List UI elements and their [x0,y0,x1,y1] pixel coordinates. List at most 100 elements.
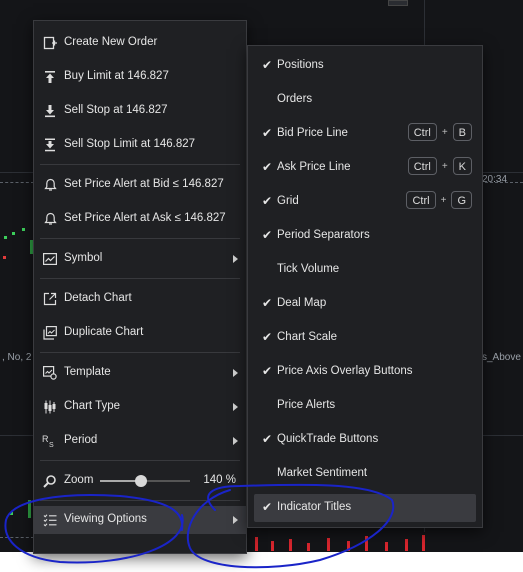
shortcut-key: G [451,191,472,209]
option-label: Period Separators [277,229,370,241]
zoom-item: Zoom 140 % [34,467,246,495]
shortcut: Ctrl + G [406,191,472,209]
volume-bar [255,537,258,551]
option-grid[interactable]: ✔ Grid Ctrl + G [254,188,476,216]
option-quicktrade-buttons[interactable]: ✔ QuickTrade Buttons [254,426,476,454]
shortcut-key: Ctrl [407,123,437,141]
zoom-value: 140 % [203,474,236,486]
shortcut-plus: + [441,126,448,138]
menu-label: Sell Stop at 146.827 [64,104,168,116]
shortcut-key: Ctrl [406,191,436,209]
option-positions[interactable]: ✔ Positions [254,52,476,80]
viewing-options-item[interactable]: Viewing Options [34,506,246,534]
create-new-order-item[interactable]: Create New Order [34,29,246,57]
volume-bar [405,539,408,551]
checkmark-icon: ✔ [262,296,273,310]
duplicate-icon [42,325,58,341]
menu-label: Create New Order [64,36,158,48]
create-order-icon [42,35,58,51]
option-deal-map[interactable]: ✔ Deal Map [254,290,476,318]
deal-marker [4,236,7,239]
shortcut-key: K [452,157,472,175]
menu-separator [40,500,240,501]
price-alert-ask-item[interactable]: Set Price Alert at Ask ≤ 146.827 [34,205,246,233]
price-alert-bid-item[interactable]: Set Price Alert at Bid ≤ 146.827 [34,171,246,199]
option-label: QuickTrade Buttons [277,433,379,445]
sell-stop-limit-item[interactable]: Sell Stop Limit at 146.827 [34,131,246,159]
bell-icon [42,177,58,193]
menu-separator [40,352,240,353]
indicator-title-right: s_Above [482,352,521,363]
chart-type-item[interactable]: Chart Type [34,393,246,421]
menu-separator [40,278,240,279]
volume-bar [327,538,330,551]
submenu-arrow-icon [233,255,238,263]
deal-marker [22,228,25,231]
option-label: Chart Scale [277,331,338,343]
option-ask-price-line[interactable]: ✔ Ask Price Line Ctrl + K [254,154,476,182]
menu-label: Period [64,434,98,446]
sell-stop-item[interactable]: Sell Stop at 146.827 [34,97,246,125]
option-chart-scale[interactable]: ✔ Chart Scale [254,324,476,352]
volume-bar [271,541,274,551]
period-icon: RS [42,433,58,449]
option-price-axis-overlay-buttons[interactable]: ✔ Price Axis Overlay Buttons [254,358,476,386]
option-indicator-titles[interactable]: ✔ Indicator Titles [254,494,476,522]
chart-button[interactable] [388,0,408,6]
shortcut-plus: + [441,160,448,172]
template-item[interactable]: Template [34,359,246,387]
menu-separator [40,164,240,165]
candlestick-icon [42,399,58,415]
menu-label: Sell Stop Limit at 146.827 [64,138,196,150]
option-label: Positions [277,59,324,71]
symbol-item[interactable]: Symbol [34,245,246,273]
menu-label: Buy Limit at 146.827 [64,70,169,82]
checkmark-icon: ✔ [262,330,273,344]
buy-limit-item[interactable]: Buy Limit at 146.827 [34,63,246,91]
menu-separator [40,460,240,461]
deal-marker [10,512,13,515]
option-label: Price Alerts [277,399,336,411]
chart-context-menu: Create New Order Buy Limit at 146.827 Se… [33,20,247,554]
option-label: Ask Price Line [277,161,351,173]
option-bid-price-line[interactable]: ✔ Bid Price Line Ctrl + B [254,120,476,148]
menu-label: Set Price Alert at Bid ≤ 146.827 [64,178,224,190]
option-label: Price Axis Overlay Buttons [277,365,413,377]
checkmark-icon: ✔ [262,126,273,140]
volume-bar [385,542,388,551]
menu-label: Zoom [64,474,94,486]
checkmark-icon: ✔ [262,194,273,208]
indicator-title-left: , No, 2 [2,352,32,363]
menu-label: Template [64,366,111,378]
menu-label: Symbol [64,252,103,264]
option-tick-volume[interactable]: Tick Volume [254,256,476,284]
shortcut-plus: + [440,194,447,206]
option-label: Grid [277,195,299,207]
menu-label: Set Price Alert at Ask ≤ 146.827 [64,212,226,224]
screen-background [0,552,523,572]
option-price-alerts[interactable]: Price Alerts [254,392,476,420]
checkmark-icon: ✔ [262,432,273,446]
menu-label: Duplicate Chart [64,326,144,338]
period-item[interactable]: RS Period [34,427,246,455]
candle [28,500,31,518]
detach-chart-item[interactable]: Detach Chart [34,285,246,313]
checkmark-icon: ✔ [262,500,273,514]
buy-limit-icon [42,69,58,85]
detach-icon [42,291,58,307]
bell-icon [42,211,58,227]
option-label: Deal Map [277,297,327,309]
template-icon [42,365,58,381]
menu-label: Viewing Options [64,513,147,525]
volume-bar [347,541,350,551]
zoom-icon [42,473,58,489]
option-orders[interactable]: Orders [254,86,476,114]
zoom-slider-handle[interactable] [134,475,147,487]
sell-stop-icon [42,103,58,119]
shortcut-key: Ctrl [407,157,437,175]
menu-separator [40,238,240,239]
duplicate-chart-item[interactable]: Duplicate Chart [34,319,246,347]
submenu-arrow-icon [233,516,238,524]
option-period-separators[interactable]: ✔ Period Separators [254,222,476,250]
option-market-sentiment[interactable]: Market Sentiment [254,460,476,488]
